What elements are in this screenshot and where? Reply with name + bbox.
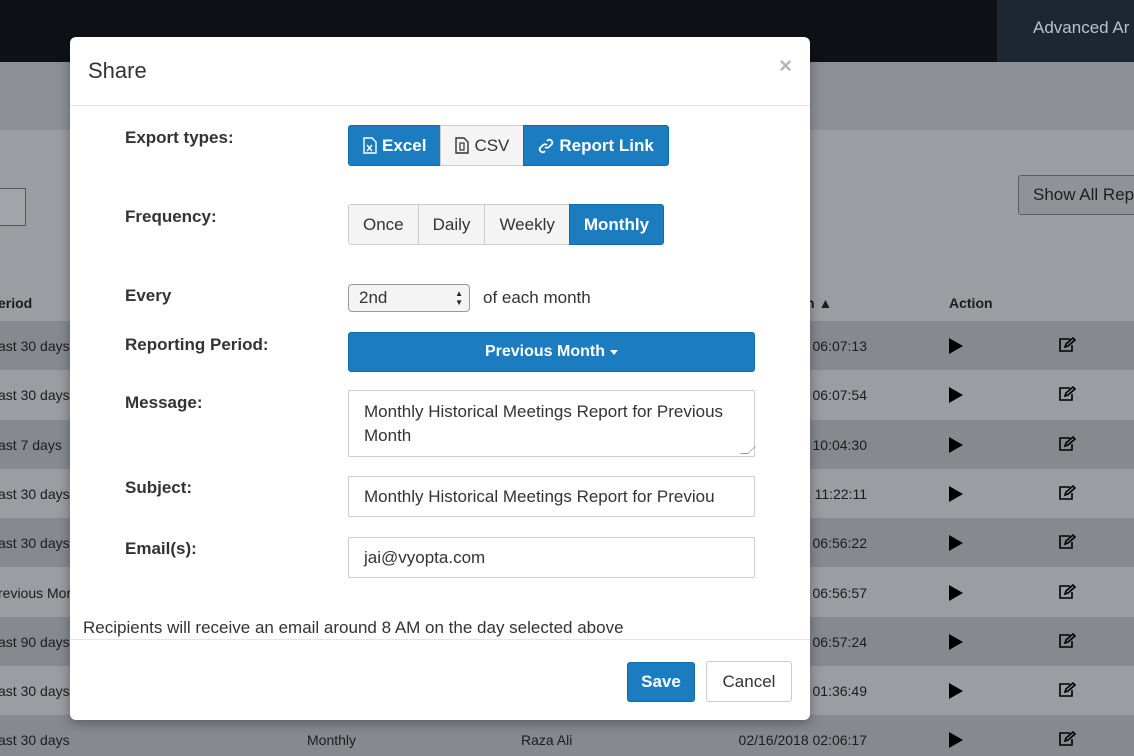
nav-item-advanced-analytics[interactable]: Advanced Ar xyxy=(997,0,1134,62)
resize-grip-icon[interactable] xyxy=(740,446,756,454)
play-icon[interactable] xyxy=(949,436,963,453)
reporting-period-label: Reporting Period: xyxy=(125,335,269,354)
row-frequency-cell: Monthly xyxy=(307,732,357,749)
frequency-once-button[interactable]: Once xyxy=(348,204,419,245)
row-period-cell: ast 30 days xyxy=(0,387,70,404)
modal-footer: Save Cancel xyxy=(70,639,810,720)
row-time-cell: 01:36:49 xyxy=(812,683,868,700)
file-csv-icon xyxy=(455,137,470,154)
save-button[interactable]: Save xyxy=(627,662,695,702)
edit-icon[interactable] xyxy=(1058,435,1076,452)
edit-icon[interactable] xyxy=(1058,534,1076,550)
message-textarea[interactable]: Monthly Historical Meetings Report for P… xyxy=(348,390,756,457)
message-label: Message: xyxy=(125,393,203,412)
emails-label: Email(s): xyxy=(125,539,197,558)
row-time-cell: 10:04:30 xyxy=(812,436,868,453)
link-icon xyxy=(539,138,554,153)
row-time-cell: 06:56:57 xyxy=(812,584,868,601)
row-period-cell: ast 30 days xyxy=(0,485,70,502)
frequency-group: Once Daily Weekly Monthly xyxy=(348,204,665,245)
play-icon[interactable] xyxy=(949,732,963,749)
column-header-action: Action xyxy=(949,295,993,311)
frequency-monthly-button[interactable]: Monthly xyxy=(568,204,665,245)
row-period-cell: revious Mor xyxy=(0,584,72,601)
subject-label: Subject: xyxy=(125,478,193,497)
edit-icon[interactable] xyxy=(1058,682,1076,698)
select-arrows-icon: ▲ ▼ xyxy=(455,289,463,307)
row-owner-cell: Raza Ali xyxy=(521,732,573,749)
message-text: Monthly Historical Meetings Report for P… xyxy=(364,402,724,445)
row-period-cell: ast 7 days xyxy=(0,436,62,453)
column-header-period[interactable]: eriod xyxy=(0,295,32,311)
edit-icon[interactable] xyxy=(1058,731,1076,747)
modal-header: Share × xyxy=(70,37,810,106)
close-icon[interactable]: × xyxy=(779,53,792,79)
export-csv-button[interactable]: CSV xyxy=(440,125,525,166)
edit-icon[interactable] xyxy=(1058,583,1076,600)
frequency-weekly-button[interactable]: Weekly xyxy=(484,204,570,245)
export-types-label: Export types: xyxy=(125,128,234,147)
edit-icon[interactable] xyxy=(1058,337,1076,353)
row-time-cell: 06:07:54 xyxy=(812,387,868,404)
export-report-link-label: Report Link xyxy=(559,135,654,155)
export-excel-label: Excel xyxy=(382,135,427,155)
emails-input[interactable]: jai@vyopta.com xyxy=(348,537,755,578)
every-day-select[interactable]: 2nd ▲ ▼ xyxy=(348,284,470,312)
export-report-link-button[interactable]: Report Link xyxy=(523,125,669,166)
export-excel-button[interactable]: Excel xyxy=(348,125,442,166)
cancel-button[interactable]: Cancel xyxy=(706,661,792,702)
row-period-cell: ast 90 days xyxy=(0,633,70,650)
row-time-cell: 11:22:11 xyxy=(814,485,867,502)
background-search-input[interactable] xyxy=(0,188,26,226)
play-icon[interactable] xyxy=(949,584,963,601)
show-all-reports-button[interactable]: Show All Rep xyxy=(1018,175,1134,215)
play-icon[interactable] xyxy=(949,485,963,502)
every-suffix-text: of each month xyxy=(483,288,591,307)
edit-icon[interactable] xyxy=(1058,484,1076,501)
row-period-cell: ast 30 days xyxy=(0,732,70,749)
caret-down-icon xyxy=(610,349,618,355)
play-icon[interactable] xyxy=(949,683,963,700)
recipients-note: Recipients will receive an email around … xyxy=(83,618,624,637)
play-icon[interactable] xyxy=(949,387,963,404)
row-period-cell: ast 30 days xyxy=(0,338,70,354)
row-time-cell: 06:56:22 xyxy=(812,535,868,552)
export-types-group: Excel CSV Report Link xyxy=(348,125,669,166)
every-label: Every xyxy=(125,286,172,305)
play-icon[interactable] xyxy=(949,633,963,650)
row-time-cell: 02/16/2018 02:06:17 xyxy=(738,732,867,749)
frequency-daily-button[interactable]: Daily xyxy=(417,204,486,245)
modal-title: Share xyxy=(88,58,147,83)
play-icon[interactable] xyxy=(949,338,963,354)
frequency-label: Frequency: xyxy=(125,207,217,226)
table-row: ast 30 days Monthly Raza Ali 02/16/2018 02:… xyxy=(0,715,1134,756)
row-time-cell: 06:07:13 xyxy=(812,338,868,354)
row-period-cell: ast 30 days xyxy=(0,683,70,700)
row-time-cell: 06:57:24 xyxy=(812,633,868,650)
share-modal: Share × Export types: Excel CSV Report L… xyxy=(70,37,810,720)
reporting-period-dropdown[interactable]: Previous Month xyxy=(348,332,755,372)
reporting-period-value: Previous Month xyxy=(484,343,605,360)
every-day-value: 2nd xyxy=(359,288,388,307)
subject-input[interactable]: Monthly Historical Meetings Report for P… xyxy=(348,476,755,517)
edit-icon[interactable] xyxy=(1058,632,1076,649)
edit-icon[interactable] xyxy=(1058,386,1076,402)
row-period-cell: ast 30 days xyxy=(0,535,70,552)
file-excel-icon xyxy=(363,137,377,154)
play-icon[interactable] xyxy=(949,535,963,552)
export-csv-label: CSV xyxy=(474,135,510,155)
